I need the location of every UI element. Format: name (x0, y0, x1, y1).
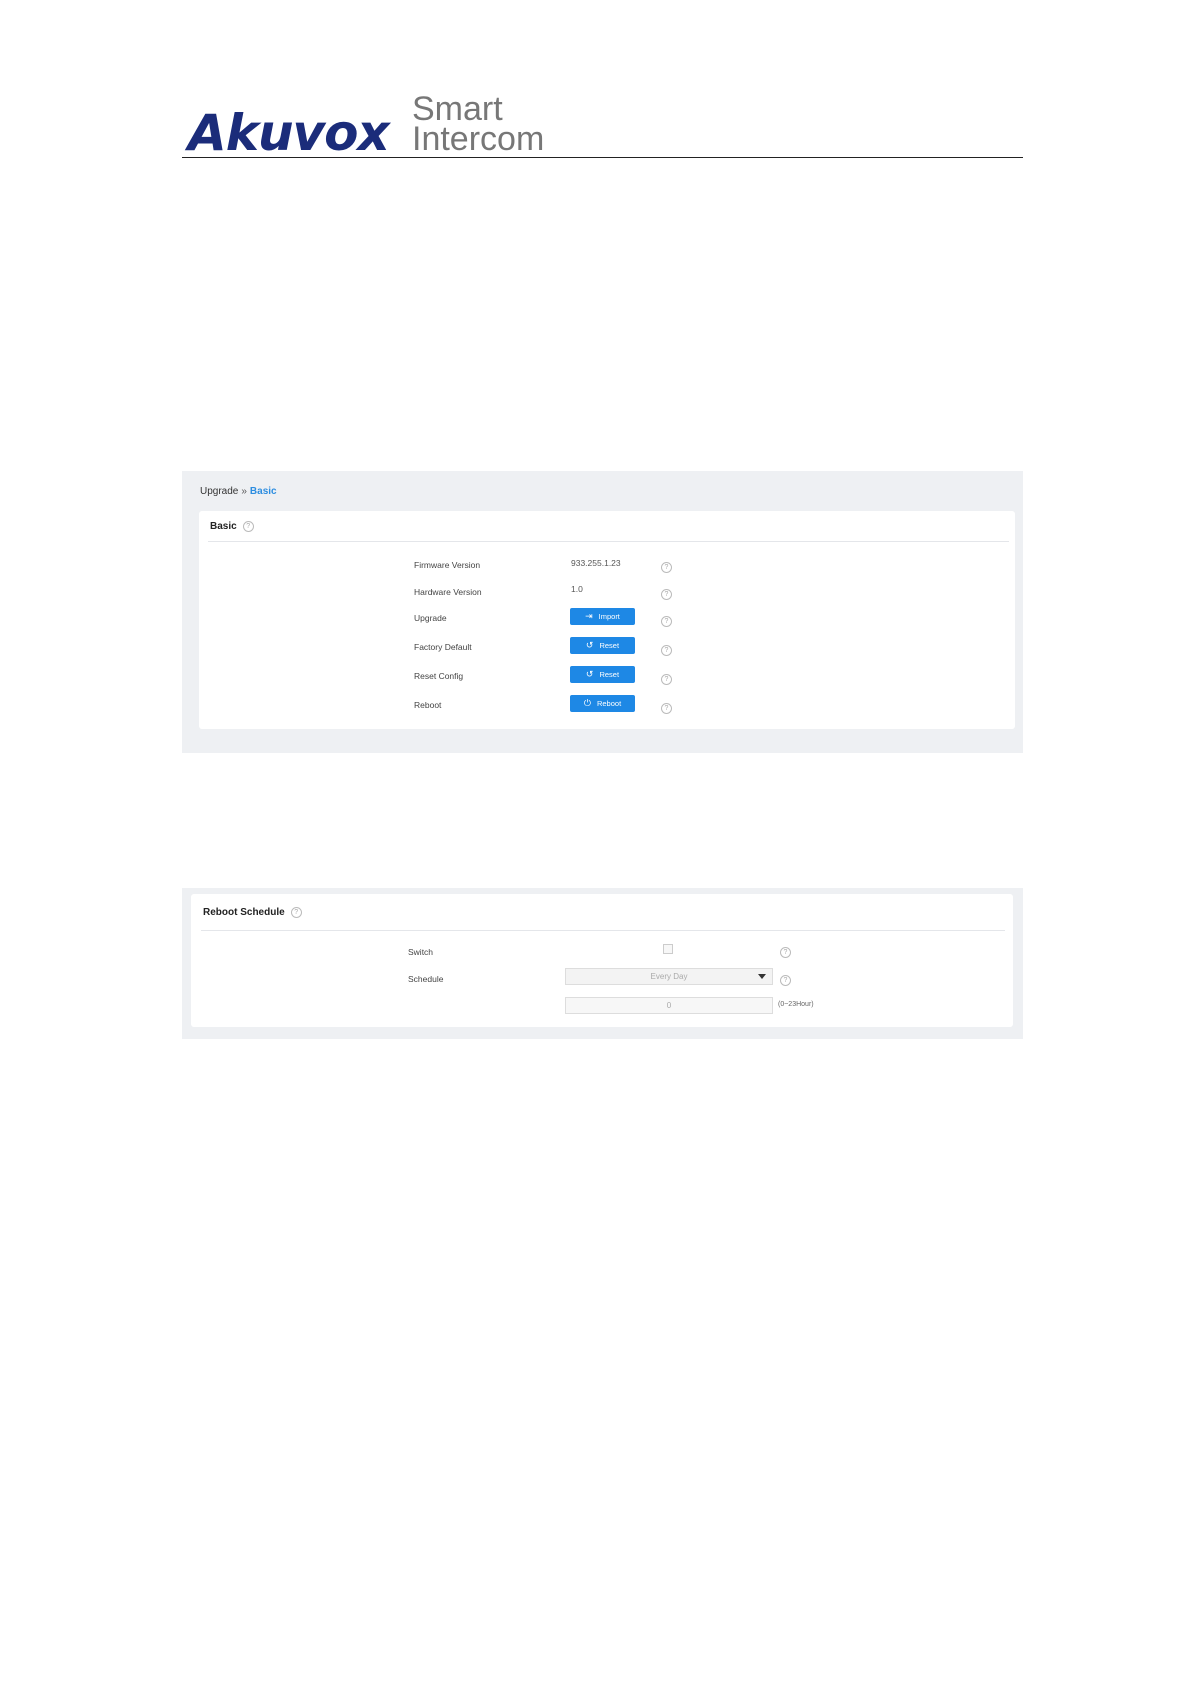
reset-config-button[interactable]: ↺ Reset (570, 666, 635, 683)
reset-icon: ↺ (585, 640, 594, 650)
reset-config-label: Reset Config (414, 671, 464, 681)
schedule-select[interactable]: Every Day (565, 968, 773, 985)
import-button[interactable]: ⇥ Import (570, 608, 635, 625)
upgrade-help: ? (661, 613, 672, 631)
card-title: Reboot Schedule? (203, 907, 302, 918)
breadcrumb-parent[interactable]: Upgrade (200, 486, 238, 497)
reset-config-help: ? (661, 671, 672, 689)
question-circle-icon[interactable]: ? (780, 947, 791, 959)
switch-help: ? (780, 944, 791, 962)
card-divider (201, 930, 1005, 931)
switch-label: Switch (408, 947, 434, 957)
hour-unit-label: (0~23Hour) (778, 1001, 814, 1008)
question-circle-icon[interactable]: ? (661, 562, 672, 574)
upgrade-label: Upgrade (414, 613, 447, 623)
import-icon: ⇥ (585, 611, 593, 621)
reset-icon: ↺ (585, 669, 594, 679)
question-circle-icon[interactable]: ? (242, 521, 254, 532)
power-icon: ⏻ (583, 698, 591, 708)
schedule-label: Schedule (408, 974, 444, 984)
card-title: Basic? (210, 521, 254, 532)
firmware-version-value: 933.255.1.23 (571, 558, 621, 568)
logo-brand-text: Akuvox (188, 104, 390, 162)
breadcrumb-current[interactable]: Basic (250, 486, 277, 497)
header-divider (182, 157, 1023, 158)
card-divider (208, 541, 1009, 542)
schedule-help: ? (780, 972, 791, 990)
reboot-button[interactable]: ⏻ Reboot (570, 695, 635, 712)
question-circle-icon[interactable]: ? (661, 616, 672, 628)
upgrade-basic-screenshot: Upgrade» Basic Basic? Firmware Version 93… (182, 471, 1023, 753)
factory-reset-button[interactable]: ↺ Reset (570, 637, 635, 654)
reboot-help: ? (661, 700, 672, 718)
hardware-version-value: 1.0 (571, 584, 583, 594)
reboot-schedule-card: Reboot Schedule? Switch ? Schedule Every… (191, 894, 1013, 1027)
hardware-help: ? (661, 586, 672, 604)
reboot-label: Reboot (414, 700, 442, 710)
factory-default-help: ? (661, 642, 672, 660)
question-circle-icon[interactable]: ? (661, 589, 672, 601)
firmware-version-label: Firmware Version (414, 560, 481, 570)
logo-subtitle: Smart Intercom (412, 90, 545, 158)
chevron-down-icon (758, 974, 766, 979)
breadcrumb-separator: » (241, 486, 247, 497)
hardware-version-label: Hardware Version (414, 587, 482, 597)
factory-default-label: Factory Default (414, 642, 472, 652)
hour-input[interactable]: 0 (565, 997, 773, 1014)
switch-checkbox[interactable] (663, 944, 673, 954)
firmware-help: ? (661, 559, 672, 577)
basic-card: Basic? Firmware Version 933.255.1.23 ? H… (199, 511, 1015, 729)
question-circle-icon[interactable]: ? (661, 645, 672, 657)
question-circle-icon[interactable]: ? (290, 907, 302, 918)
breadcrumb: Upgrade» Basic (200, 486, 277, 497)
question-circle-icon[interactable]: ? (661, 674, 672, 686)
reboot-schedule-screenshot: Reboot Schedule? Switch ? Schedule Every… (182, 888, 1023, 1039)
question-circle-icon[interactable]: ? (661, 703, 672, 715)
question-circle-icon[interactable]: ? (780, 975, 791, 987)
